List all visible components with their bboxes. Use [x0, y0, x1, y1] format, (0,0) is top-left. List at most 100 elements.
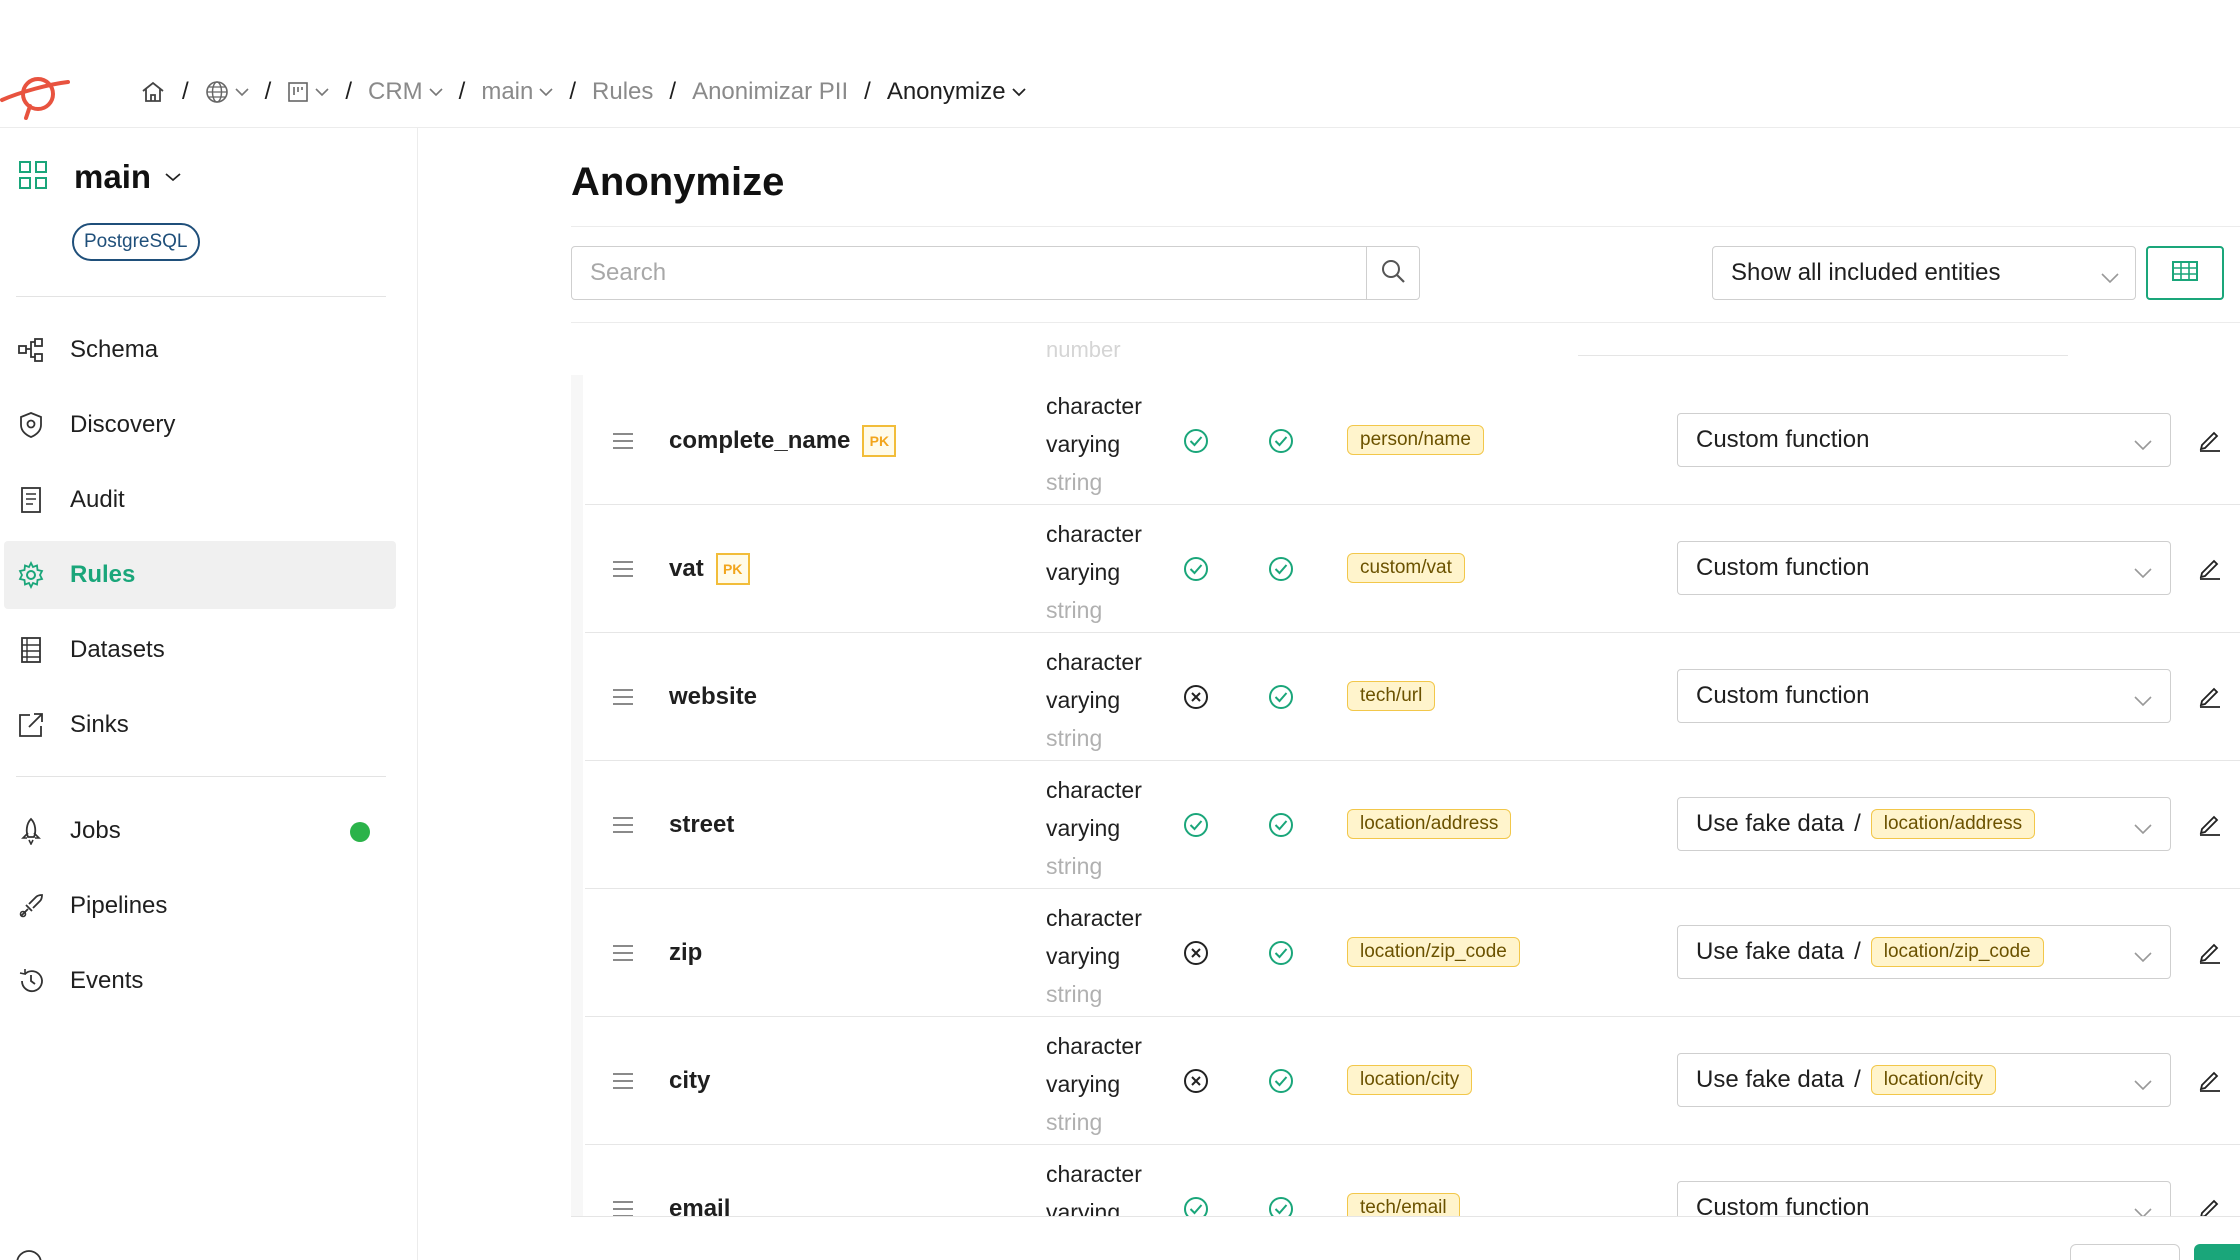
drag-handle-icon[interactable]: [611, 431, 635, 456]
anonymization-method-select[interactable]: Custom function: [1677, 1181, 2171, 1216]
check-circle-icon: [1267, 1067, 1295, 1100]
breadcrumb-item-main[interactable]: main: [481, 78, 533, 106]
page-title: Anonymize: [571, 160, 785, 204]
drag-handle-icon[interactable]: [611, 1199, 635, 1216]
rocket-icon: [16, 816, 46, 846]
edit-icon[interactable]: [2197, 1067, 2223, 1098]
column-type: character varying string: [1046, 643, 1142, 757]
column-type: character varying string: [1046, 387, 1142, 501]
sidebar-item-schema[interactable]: Schema: [4, 316, 396, 384]
drag-handle-icon[interactable]: [611, 687, 635, 712]
type-sub: string: [1046, 853, 1103, 879]
breadcrumb-item-crm[interactable]: CRM: [368, 78, 423, 106]
check-circle-icon: [1182, 811, 1210, 844]
home-icon[interactable]: [140, 80, 166, 104]
chevron-down-icon: [2134, 430, 2152, 458]
board-icon[interactable]: [287, 81, 309, 103]
breadcrumb-separator: /: [569, 78, 577, 105]
classification-tag: tech/url: [1347, 681, 1436, 711]
table-row: email character varying tech/email Custo…: [585, 1145, 2240, 1216]
type-line: varying: [1046, 687, 1121, 713]
edit-icon[interactable]: [2197, 683, 2223, 714]
edit-icon[interactable]: [2197, 427, 2223, 458]
gear-icon: [16, 560, 46, 590]
footer-primary-button[interactable]: [2194, 1244, 2240, 1260]
sidebar-item-audit[interactable]: Audit: [4, 466, 396, 534]
entity-filter-select[interactable]: Show all included entities: [1712, 246, 2136, 300]
drag-handle-icon[interactable]: [611, 559, 635, 584]
edit-icon[interactable]: [2197, 811, 2223, 842]
workspace-selector[interactable]: main: [18, 158, 181, 196]
check-circle-icon: [1182, 555, 1210, 588]
table-view-button[interactable]: [2146, 246, 2224, 300]
breadcrumb-item-rules[interactable]: Rules: [592, 78, 653, 106]
export-icon: [16, 710, 46, 740]
method-label: Use fake data: [1696, 938, 1845, 965]
sidebar-item-jobs[interactable]: Jobs: [4, 797, 396, 865]
columns-table: number complete_name PK character varyin…: [571, 323, 2240, 1216]
anonymization-method-select[interactable]: Custom function: [1677, 413, 2171, 467]
drag-handle-icon[interactable]: [611, 815, 635, 840]
anonymization-method-select[interactable]: Use fake data / location/zip_code: [1677, 925, 2171, 979]
chevron-down-icon[interactable]: [429, 87, 443, 97]
anonymization-method-select[interactable]: Custom function: [1677, 541, 2171, 595]
shield-icon: [16, 410, 46, 440]
chevron-down-icon[interactable]: [235, 87, 249, 97]
method-label: Custom function: [1696, 426, 1870, 453]
check-circle-icon: [1267, 427, 1295, 460]
anonymization-method-select[interactable]: Use fake data / location/address: [1677, 797, 2171, 851]
type-line: character: [1046, 777, 1142, 803]
chevron-down-icon[interactable]: [315, 87, 329, 97]
drag-handle-icon[interactable]: [611, 943, 635, 968]
table-row: zip character varying string location/zi…: [585, 889, 2240, 1017]
chevron-down-icon[interactable]: [539, 87, 553, 97]
column-name: email: [669, 1145, 730, 1216]
sidebar-item-rules[interactable]: Rules: [4, 541, 396, 609]
help-icon[interactable]: [14, 1248, 44, 1260]
classification-tag: custom/vat: [1347, 553, 1465, 583]
edit-icon[interactable]: [2197, 1195, 2223, 1216]
x-circle-icon: [1182, 683, 1210, 716]
anonymization-method-select[interactable]: Custom function: [1677, 669, 2171, 723]
sidebar-item-datasets[interactable]: Datasets: [4, 616, 396, 684]
type-sub: string: [1046, 597, 1103, 623]
column-name: city: [669, 1017, 710, 1145]
sidebar-item-discovery[interactable]: Discovery: [4, 391, 396, 459]
search-button[interactable]: [1366, 246, 1420, 300]
type-sub: string: [1046, 725, 1103, 751]
breadcrumb: / / / CRM / main / Rules / Anonimizar PI…: [140, 74, 1026, 110]
check-circle-icon: [1267, 555, 1295, 588]
search-input[interactable]: [571, 246, 1367, 300]
method-label: Use fake data: [1696, 810, 1845, 837]
sidebar-item-label: Audit: [70, 486, 125, 513]
anonymization-method-select[interactable]: Use fake data / location/city: [1677, 1053, 2171, 1107]
breadcrumb-item-ruleset[interactable]: Anonimizar PII: [692, 78, 848, 106]
breadcrumb-item-current[interactable]: Anonymize: [887, 78, 1006, 106]
globe-icon[interactable]: [205, 80, 229, 104]
search-icon: [1380, 258, 1406, 289]
type-line: varying: [1046, 1071, 1121, 1097]
footer-secondary-button[interactable]: [2070, 1244, 2180, 1260]
type-line: character: [1046, 905, 1142, 931]
app-logo[interactable]: [0, 70, 72, 120]
method-separator: /: [1854, 810, 1861, 837]
edit-icon[interactable]: [2197, 555, 2223, 586]
table-gutter: [571, 375, 583, 1216]
x-circle-icon: [1182, 1067, 1210, 1100]
method-label: Use fake data: [1696, 1066, 1845, 1093]
sidebar-item-events[interactable]: Events: [4, 947, 396, 1015]
pipeline-icon: [16, 891, 46, 921]
jobs-status-indicator: [350, 822, 370, 842]
chevron-down-icon[interactable]: [1011, 87, 1026, 97]
drag-handle-icon[interactable]: [611, 1071, 635, 1096]
classification-tag: location/city: [1347, 1065, 1473, 1095]
column-type: character varying string: [1046, 771, 1142, 885]
edit-icon[interactable]: [2197, 939, 2223, 970]
type-line: character: [1046, 1161, 1142, 1187]
type-line: character: [1046, 521, 1142, 547]
sidebar-item-pipelines[interactable]: Pipelines: [4, 872, 396, 940]
apps-grid-icon: [18, 160, 48, 195]
sidebar-item-sinks[interactable]: Sinks: [4, 691, 396, 759]
column-name-text: vat: [669, 555, 704, 582]
title-divider: [571, 226, 2240, 227]
